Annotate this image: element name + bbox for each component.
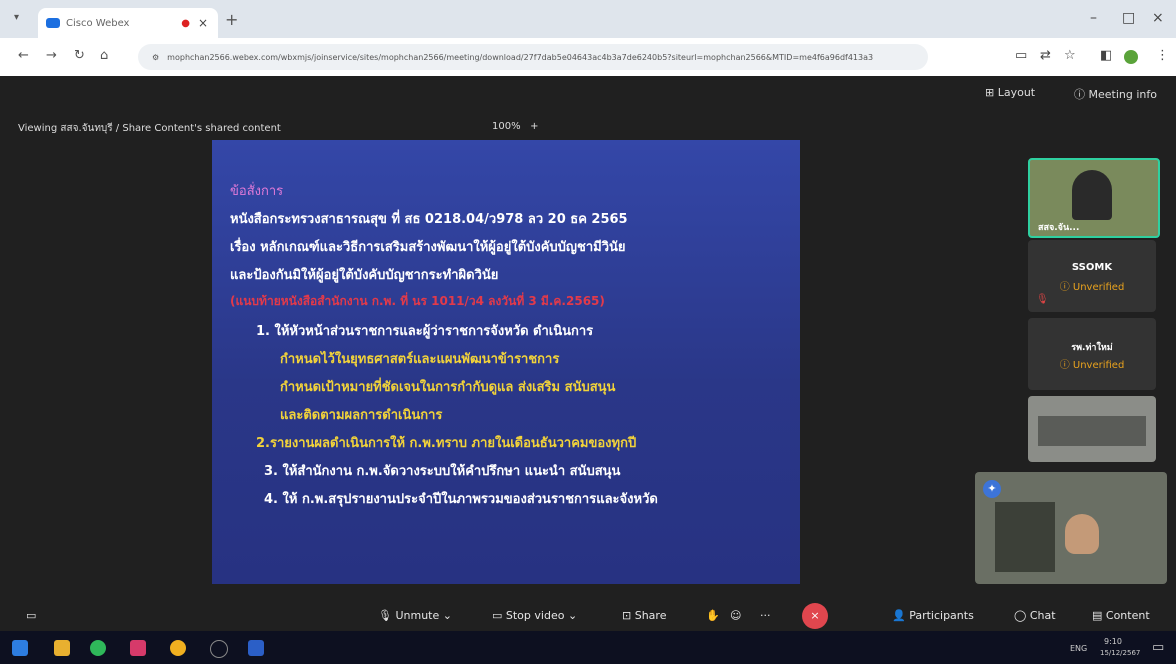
slide-item-4: 4. ให้ ก.พ.สรุปรายงานประจำปีในภาพรวมของส…: [264, 492, 658, 507]
viewing-label: Viewing สสจ.จันทบุรี / Share Content's s…: [18, 123, 281, 134]
self-view-expand-icon[interactable]: ✦: [983, 480, 1001, 498]
site-info-icon[interactable]: ⚙: [152, 53, 159, 62]
webex-favicon-icon: [46, 18, 60, 28]
back-icon[interactable]: ←: [18, 48, 29, 63]
reactions-icon[interactable]: ☺: [730, 609, 741, 622]
share-label: Share: [634, 609, 667, 622]
self-view-background: [995, 502, 1055, 572]
slide-line-3: และป้องกันมิให้ผู้อยู่ใต้บังคับบัญชากระท…: [230, 268, 499, 283]
clock-date[interactable]: 15/12/2567: [1100, 649, 1140, 657]
forward-icon[interactable]: →: [46, 48, 57, 63]
url-text: mophchan2566.webex.com/wbxmjs/joinservic…: [167, 52, 874, 62]
address-bar-row: ← → ↻ ⌂ ⚙ mophchan2566.webex.com/wbxmjs/…: [0, 38, 1176, 76]
slide-item-1d: และติดตามผลการดำเนินการ: [280, 408, 443, 423]
participant-video-1: [1072, 170, 1112, 220]
layout-label: Layout: [997, 86, 1036, 99]
chat-button[interactable]: ◯ Chat: [1014, 609, 1056, 622]
slide-heading: ข้อสั่งการ: [230, 184, 284, 199]
stop-video-label: Stop video: [505, 609, 565, 622]
profile-avatar[interactable]: [1124, 50, 1138, 64]
clock-time[interactable]: 9:10: [1104, 637, 1122, 646]
url-field[interactable]: ⚙ mophchan2566.webex.com/wbxmjs/joinserv…: [138, 44, 928, 70]
unmute-button[interactable]: 🎙 Unmute ⌄: [378, 609, 452, 622]
meeting-info-button[interactable]: ⓘ Meeting info: [1074, 86, 1157, 102]
tab-title: Cisco Webex: [66, 17, 130, 29]
content-button[interactable]: ▤ Content: [1092, 609, 1150, 622]
participant-tile-3[interactable]: รพ.ท่าใหม่ ⓘ Unverified: [1028, 318, 1156, 390]
muted-mic-icon: 🎙: [1036, 294, 1049, 305]
participant-status-2: Unverified: [1072, 282, 1125, 293]
participant-tile-1[interactable]: สสจ.จัน...: [1028, 158, 1160, 238]
tab-webex[interactable]: Cisco Webex ● ×: [38, 8, 218, 38]
participant-name-1: สสจ.จัน...: [1038, 223, 1080, 233]
chrome-icon[interactable]: [170, 640, 186, 656]
new-tab-button[interactable]: +: [225, 10, 238, 29]
unverified-badge-3: ⓘ Unverified: [1059, 360, 1125, 371]
raise-hand-icon[interactable]: ✋: [706, 609, 720, 622]
slide-item-1a: 1. ให้หัวหน้าส่วนราชการและผู้ว่าราชการจั…: [256, 324, 594, 339]
self-view-person: [1065, 514, 1099, 554]
participants-label: Participants: [909, 609, 974, 622]
meeting-info-label: Meeting info: [1088, 88, 1157, 101]
slide-item-1c: กำหนดเป้าหมายที่ชัดเจนในการกำกับดูแล ส่ง…: [280, 380, 616, 395]
tab-search-icon[interactable]: ▾: [14, 12, 19, 23]
slide-line-red: (แนบท้ายหนังสือสำนักงาน ก.พ. ที่ นร 1011…: [230, 294, 605, 308]
notification-icon[interactable]: ▭: [1152, 640, 1164, 655]
slide-line-2: เรื่อง หลักเกณฑ์และวิธีการเสริมสร้างพัฒน…: [230, 240, 626, 255]
file-explorer-icon[interactable]: [54, 640, 70, 656]
content-label: Content: [1105, 609, 1150, 622]
zoom-level[interactable]: 100% +: [492, 121, 539, 132]
minimize-icon[interactable]: –: [1090, 10, 1097, 26]
participant-name-2: SSOMK: [1071, 262, 1113, 273]
participant-name-3: รพ.ท่าใหม่: [1071, 343, 1113, 353]
home-icon[interactable]: ⌂: [100, 48, 108, 63]
app-icon[interactable]: [130, 640, 146, 656]
word-icon[interactable]: [248, 640, 264, 656]
tab-bar: ▾ Cisco Webex ● × + – □ ×: [0, 0, 1176, 38]
stop-video-button[interactable]: ▭ Stop video ⌄: [492, 609, 577, 622]
cast-icon[interactable]: ▭: [1015, 48, 1027, 63]
close-window-icon[interactable]: ×: [1152, 10, 1164, 26]
self-view-tile[interactable]: ✦: [975, 472, 1167, 584]
participant-tile-4[interactable]: [1028, 396, 1156, 462]
leave-meeting-button[interactable]: ×: [802, 603, 828, 629]
more-options-button[interactable]: ···: [760, 609, 771, 622]
slide-item-2: 2.รายงานผลดำเนินการให้ ก.พ.ทราบ ภายในเดื…: [256, 436, 637, 451]
browser-menu-icon[interactable]: ⋮: [1156, 48, 1169, 63]
share-button[interactable]: ⊡ Share: [622, 609, 666, 622]
unverified-badge-2: ⓘ Unverified: [1059, 282, 1125, 293]
close-tab-icon[interactable]: ×: [198, 16, 208, 30]
start-icon[interactable]: [12, 640, 28, 656]
line-app-icon[interactable]: [90, 640, 106, 656]
chat-label: Chat: [1029, 609, 1056, 622]
zoom-value: 100%: [492, 121, 521, 132]
browser-chrome: ▾ Cisco Webex ● × + – □ × ← → ↻ ⌂ ⚙ moph…: [0, 0, 1176, 76]
shared-slide: ข้อสั่งการ หนังสือกระทรวงสาธารณสุข ที่ ส…: [212, 140, 800, 584]
bookmark-star-icon[interactable]: ☆: [1064, 48, 1076, 63]
layout-button[interactable]: ⊞ Layout: [985, 86, 1035, 99]
participant-status-3: Unverified: [1072, 360, 1125, 371]
side-panel-icon[interactable]: ◧: [1100, 48, 1112, 63]
captions-icon[interactable]: ▭: [26, 609, 36, 622]
translate-icon[interactable]: ⇄: [1040, 48, 1051, 63]
language-indicator[interactable]: ENG: [1070, 644, 1087, 653]
recording-icon: ●: [181, 17, 190, 29]
participants-button[interactable]: 👤 Participants: [892, 609, 974, 622]
slide-item-3: 3. ให้สำนักงาน ก.พ.จัดวางระบบให้คำปรึกษา…: [264, 464, 621, 479]
participant-video-4: [1038, 416, 1146, 446]
slide-item-1b: กำหนดไว้ในยุทธศาสตร์และแผนพัฒนาข้าราชการ: [280, 352, 560, 367]
participant-tile-2[interactable]: SSOMK ⓘ Unverified 🎙: [1028, 240, 1156, 312]
maximize-icon[interactable]: □: [1122, 10, 1135, 26]
unmute-label: Unmute: [395, 609, 440, 622]
cortana-icon[interactable]: [210, 640, 228, 658]
reload-icon[interactable]: ↻: [74, 48, 85, 63]
slide-line-1: หนังสือกระทรวงสาธารณสุข ที่ สธ 0218.04/ว…: [230, 212, 628, 227]
